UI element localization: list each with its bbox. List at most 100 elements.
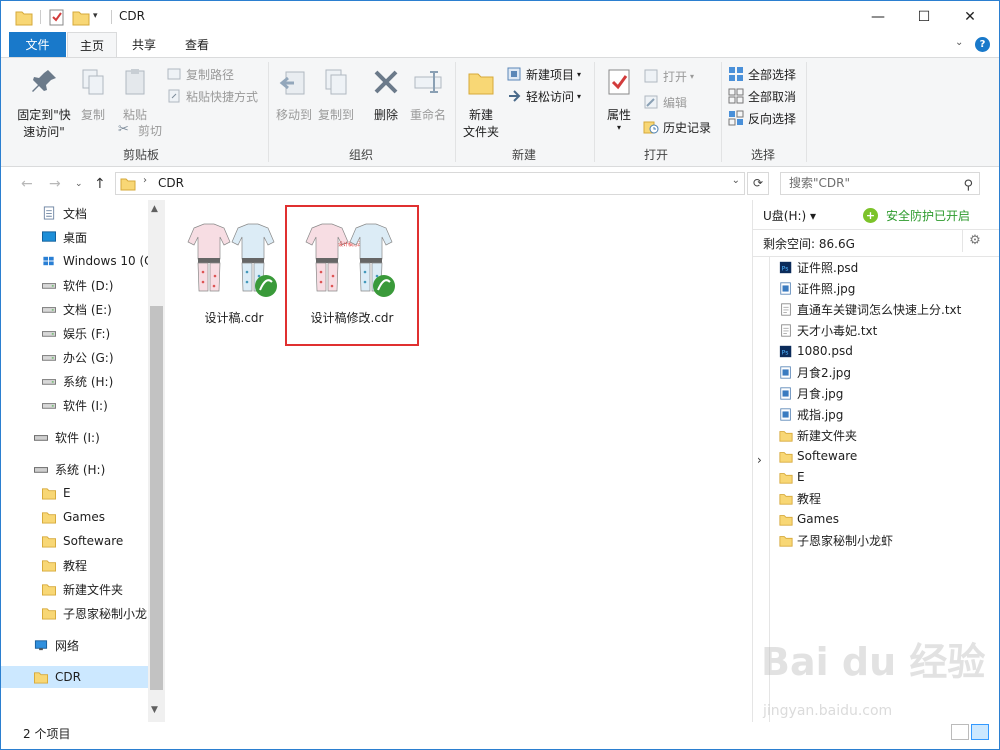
help-icon[interactable]: ? (975, 37, 990, 52)
list-item[interactable]: 直通车关键词怎么快速上分.txt (779, 299, 961, 319)
tab-file[interactable]: 文件 (9, 32, 66, 57)
list-item[interactable]: 新建文件夹 (779, 425, 857, 445)
sidebar-item-label: E (63, 486, 71, 500)
sidebar-item[interactable]: Games (1, 506, 148, 528)
maximize-button[interactable]: ☐ (901, 1, 947, 32)
list-item[interactable]: 子恩家秘制小龙虾 (779, 530, 893, 550)
new-folder-icon[interactable] (72, 7, 90, 27)
sidebar-item-label: 娱乐 (F:) (63, 326, 111, 341)
large-icons-view-button[interactable] (971, 724, 989, 740)
properties-button[interactable]: 属性 ▾ (601, 66, 637, 132)
list-item[interactable]: Ps 证件照.psd (779, 257, 858, 277)
edit-button[interactable]: 编辑 (643, 92, 687, 112)
list-item[interactable]: Softeware (779, 446, 857, 466)
sidebar-item[interactable]: 系统 (H:) (1, 370, 148, 392)
list-item[interactable]: E (779, 467, 805, 487)
sidebar-item[interactable]: 软件 (I:) (1, 394, 148, 416)
list-item[interactable]: 戒指.jpg (779, 404, 843, 424)
ribbon-collapse-chevron-icon[interactable]: ⌄ (955, 37, 963, 48)
scroll-up-icon[interactable]: ▲ (151, 204, 158, 214)
text-file-icon (779, 302, 793, 317)
details-view-button[interactable] (951, 724, 969, 740)
sidebar-item[interactable]: 文档 (E:) (1, 298, 148, 320)
tab-view[interactable]: 查看 (171, 32, 223, 57)
list-item[interactable]: Ps 1080.psd (779, 341, 853, 361)
paste-shortcut-button[interactable]: 粘贴快捷方式 (166, 86, 258, 106)
sidebar-item[interactable]: 教程 (1, 554, 148, 576)
copy-path-button[interactable]: 复制路径 (166, 64, 234, 84)
recent-locations-chevron-icon[interactable]: ⌄ (75, 179, 83, 189)
file-item[interactable]: 设计稿修改 设计稿修改.cdr (292, 214, 412, 326)
sidebar-item[interactable]: Softeware (1, 530, 148, 552)
file-item[interactable]: 设计稿.cdr (174, 214, 294, 326)
psd-icon: Ps (779, 260, 793, 275)
easy-access-button[interactable]: 轻松访问 ▾ (506, 86, 581, 106)
drive-icon (41, 350, 57, 364)
sidebar-item[interactable]: 娱乐 (F:) (1, 322, 148, 344)
minimize-button[interactable]: — (855, 1, 901, 32)
search-input[interactable]: 搜索"CDR" ⚲ (780, 172, 980, 195)
history-button[interactable]: 历史记录 (643, 117, 711, 137)
back-arrow-icon[interactable]: ← (21, 176, 33, 192)
pin-quick-access-button[interactable]: 固定到"快 速访问" (13, 66, 75, 141)
select-all-button[interactable]: 全部选择 (728, 64, 796, 84)
tab-share[interactable]: 共享 (119, 32, 169, 57)
cdr-thumbnail: 设计稿修改 (305, 223, 395, 297)
new-item-button[interactable]: 新建项目 ▾ (506, 64, 581, 84)
sidebar-item[interactable]: 文档 (1, 202, 148, 224)
search-icon[interactable]: ⚲ (963, 175, 973, 196)
paste-button[interactable]: 粘贴 (115, 66, 155, 124)
nav-scrollbar[interactable]: ▲ ▼ (148, 200, 165, 722)
sidebar-item[interactable]: 网络 (1, 634, 148, 656)
list-item[interactable]: 月食2.jpg (779, 362, 851, 382)
sidebar-item[interactable]: 软件 (I:) (1, 426, 148, 448)
sidebar-item[interactable]: 子恩家秘制小龙 (1, 602, 148, 624)
tab-home[interactable]: 主页 (67, 32, 117, 57)
up-arrow-icon[interactable]: ↑ (94, 176, 106, 192)
list-item[interactable]: 教程 (779, 488, 821, 508)
drive-selector[interactable]: U盘(H:) ▾ (763, 207, 816, 224)
folder-icon[interactable] (15, 7, 33, 27)
breadcrumb-current[interactable]: CDR (158, 176, 184, 190)
scrollbar-thumb[interactable] (150, 306, 163, 690)
sidebar-item[interactable]: CDR (1, 666, 148, 688)
select-none-button[interactable]: 全部取消 (728, 86, 796, 106)
baidu-watermark-url: jingyan.baidu.com (763, 703, 893, 719)
new-item-label: 新建项目 (526, 67, 575, 82)
list-item[interactable]: 天才小毒妃.txt (779, 320, 877, 340)
address-bar[interactable]: › CDR ⌄ (115, 172, 745, 195)
list-item[interactable]: Games (779, 509, 839, 529)
paste-shortcut-icon (168, 89, 180, 103)
protection-label: 安全防护已开启 (886, 209, 971, 223)
address-dropdown-icon[interactable]: ⌄ (732, 175, 740, 186)
properties-icon[interactable] (48, 7, 66, 27)
invert-selection-button[interactable]: 反向选择 (728, 108, 796, 128)
sidebar-item[interactable]: 系统 (H:) (1, 458, 148, 480)
refresh-button[interactable]: ⟳ (747, 172, 769, 195)
select-group-label: 选择 (750, 148, 775, 162)
sidebar-item[interactable]: 新建文件夹 (1, 578, 148, 600)
sidebar-item[interactable]: 办公 (G:) (1, 346, 148, 368)
sidebar-item[interactable]: Windows 10 (C (1, 250, 148, 272)
list-item[interactable]: 证件照.jpg (779, 278, 855, 298)
list-item[interactable]: 月食.jpg (779, 383, 843, 403)
delete-button[interactable]: 删除 (367, 66, 405, 124)
sidebar-item[interactable]: E (1, 482, 148, 504)
copy-to-button[interactable]: 复制到 (315, 66, 357, 124)
move-to-button[interactable]: 移动到 (273, 66, 315, 124)
edit-icon (644, 95, 658, 109)
protection-status[interactable]: + 安全防护已开启 (863, 207, 970, 224)
scroll-down-icon[interactable]: ▼ (151, 705, 158, 715)
rename-button[interactable]: 重命名 (407, 66, 449, 124)
close-button[interactable]: ✕ (947, 1, 993, 32)
cut-button[interactable]: ✂ 剪切 (118, 120, 162, 140)
new-folder-button[interactable]: 新建 文件夹 (459, 66, 503, 141)
sidebar-item[interactable]: 桌面 (1, 226, 148, 248)
forward-arrow-icon[interactable]: → (49, 176, 61, 192)
gear-icon[interactable]: ⚙ (962, 230, 987, 252)
copy-button[interactable]: 复制 (75, 66, 111, 124)
open-button[interactable]: 打开 ▾ (643, 66, 694, 86)
sidebar-item[interactable]: 软件 (D:) (1, 274, 148, 296)
breadcrumb-chevron-icon[interactable]: › (143, 175, 147, 186)
quick-access-dropdown[interactable]: ▾ (93, 11, 98, 21)
